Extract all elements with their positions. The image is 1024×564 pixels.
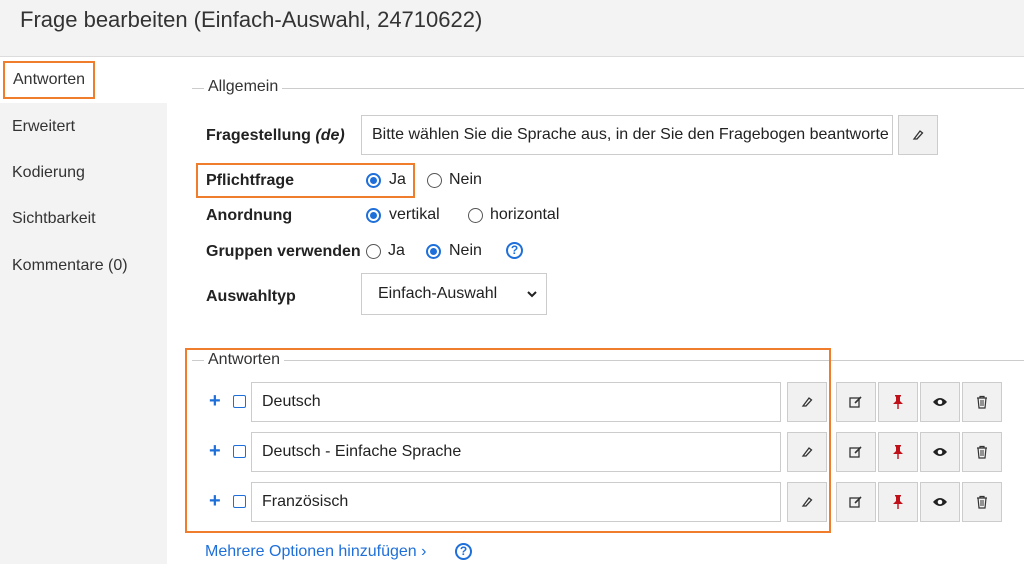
answer-edit-button[interactable] bbox=[836, 382, 876, 422]
answer-pin-button[interactable] bbox=[878, 382, 918, 422]
arrangement-label: Anordnung bbox=[206, 207, 293, 224]
pin-icon bbox=[893, 395, 903, 409]
mandatory-yes-label: Ja bbox=[389, 171, 406, 188]
answer-visibility-button[interactable] bbox=[920, 482, 960, 522]
question-label-text: Fragestellung bbox=[206, 127, 311, 144]
sidebar-item-label: Kodierung bbox=[12, 164, 85, 181]
arrangement-horizontal-label: horizontal bbox=[490, 206, 560, 223]
eraser-icon bbox=[801, 497, 813, 507]
mandatory-no-radio[interactable] bbox=[427, 173, 442, 188]
answer-input[interactable]: Deutsch - Einfache Sprache bbox=[251, 432, 781, 472]
eraser-icon bbox=[801, 447, 813, 457]
answer-edit-button[interactable] bbox=[836, 432, 876, 472]
answer-input[interactable]: Deutsch bbox=[251, 382, 781, 422]
sidebar-item-kommentare[interactable]: Kommentare (0) bbox=[0, 243, 167, 289]
sidebar-item-kodierung[interactable]: Kodierung bbox=[0, 150, 167, 196]
sidebar: Antworten Erweitert Kodierung Sichtbarke… bbox=[0, 57, 167, 564]
sidebar-item-label: Antworten bbox=[3, 61, 96, 99]
answer-eraser-button[interactable] bbox=[787, 432, 827, 472]
answer-eraser-button[interactable] bbox=[787, 382, 827, 422]
answer-input[interactable]: Französisch bbox=[251, 482, 781, 522]
mandatory-yes-radio[interactable] bbox=[366, 173, 381, 188]
eye-icon bbox=[933, 398, 947, 406]
page-title: Frage bearbeiten (Einfach-Auswahl, 24710… bbox=[20, 7, 483, 32]
add-answer-icon[interactable]: + bbox=[209, 391, 221, 411]
add-more-help-icon[interactable]: ? bbox=[455, 543, 472, 560]
pin-icon bbox=[893, 495, 903, 509]
page-header: Frage bearbeiten (Einfach-Auswahl, 24710… bbox=[0, 0, 1024, 57]
answer-checkbox[interactable] bbox=[233, 495, 246, 508]
selection-type-value: Einfach-Auswahl bbox=[378, 285, 498, 302]
groups-label: Gruppen verwenden bbox=[206, 243, 361, 260]
sidebar-item-sichtbarkeit[interactable]: Sichtbarkeit bbox=[0, 196, 167, 242]
sidebar-item-antworten[interactable]: Antworten bbox=[0, 57, 167, 103]
answer-eraser-button[interactable] bbox=[787, 482, 827, 522]
trash-icon bbox=[977, 445, 987, 459]
sidebar-item-erweitert[interactable]: Erweitert bbox=[0, 104, 167, 150]
mandatory-label: Pflichtfrage bbox=[206, 172, 295, 189]
section-legend-general: Allgemein bbox=[204, 78, 283, 96]
trash-icon bbox=[977, 495, 987, 509]
groups-no-label: Nein bbox=[449, 242, 482, 259]
eye-icon bbox=[933, 498, 947, 506]
groups-no-radio[interactable] bbox=[426, 244, 441, 259]
fieldset-border bbox=[192, 88, 1024, 89]
answer-checkbox[interactable] bbox=[233, 445, 246, 458]
answer-edit-button[interactable] bbox=[836, 482, 876, 522]
selection-type-select[interactable]: Einfach-Auswahl bbox=[361, 273, 547, 315]
add-answer-icon[interactable]: + bbox=[209, 441, 221, 461]
answer-delete-button[interactable] bbox=[962, 382, 1002, 422]
eraser-icon bbox=[912, 130, 924, 140]
eraser-icon bbox=[801, 397, 813, 407]
groups-help-icon[interactable]: ? bbox=[506, 242, 523, 259]
add-more-options-link[interactable]: Mehrere Optionen hinzufügen › bbox=[205, 543, 426, 561]
answer-pin-button[interactable] bbox=[878, 482, 918, 522]
answer-pin-button[interactable] bbox=[878, 432, 918, 472]
arrangement-vertical-label: vertikal bbox=[389, 206, 440, 223]
arrangement-vertical-radio[interactable] bbox=[366, 208, 381, 223]
eye-icon bbox=[933, 448, 947, 456]
section-legend-answers: Antworten bbox=[204, 351, 285, 369]
edit-icon bbox=[849, 446, 862, 458]
question-lang: (de) bbox=[315, 127, 345, 144]
answer-visibility-button[interactable] bbox=[920, 432, 960, 472]
sidebar-item-label: Sichtbarkeit bbox=[12, 210, 96, 227]
sidebar-item-label: Erweitert bbox=[12, 118, 76, 135]
edit-icon bbox=[849, 496, 862, 508]
edit-icon bbox=[849, 396, 862, 408]
pin-icon bbox=[893, 445, 903, 459]
sidebar-item-label: Kommentare (0) bbox=[12, 257, 128, 274]
add-answer-icon[interactable]: + bbox=[209, 491, 221, 511]
answer-visibility-button[interactable] bbox=[920, 382, 960, 422]
groups-yes-radio[interactable] bbox=[366, 244, 381, 259]
answer-delete-button[interactable] bbox=[962, 482, 1002, 522]
chevron-down-icon bbox=[526, 274, 538, 331]
selection-type-label: Auswahltyp bbox=[206, 288, 296, 305]
question-label: Fragestellung (de) bbox=[206, 127, 345, 145]
arrangement-horizontal-radio[interactable] bbox=[468, 208, 483, 223]
question-input[interactable]: Bitte wählen Sie die Sprache aus, in der… bbox=[361, 115, 893, 155]
trash-icon bbox=[977, 395, 987, 409]
answer-checkbox[interactable] bbox=[233, 395, 246, 408]
groups-yes-label: Ja bbox=[388, 242, 405, 259]
answer-delete-button[interactable] bbox=[962, 432, 1002, 472]
mandatory-no-label: Nein bbox=[449, 171, 482, 188]
question-edit-button[interactable] bbox=[898, 115, 938, 155]
